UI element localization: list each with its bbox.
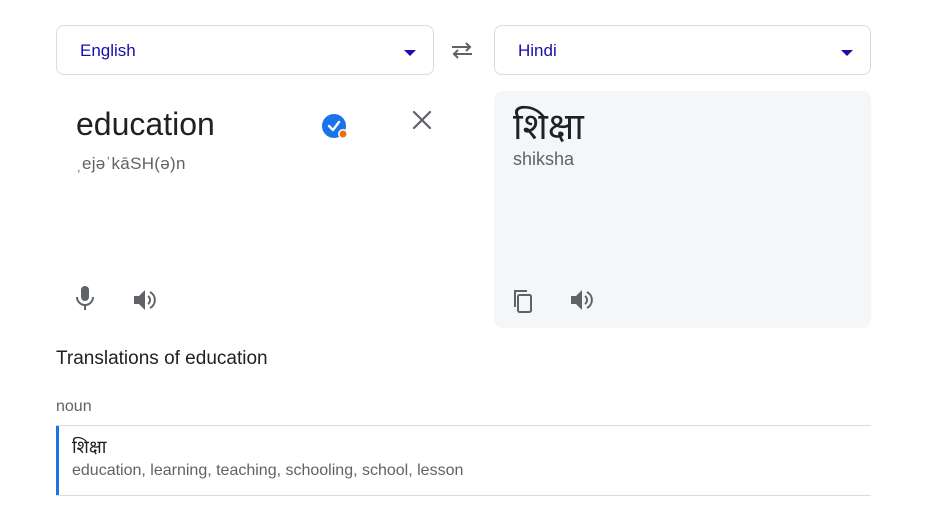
divider <box>56 495 871 496</box>
translation-entry[interactable]: शिक्षा education, learning, teaching, sc… <box>56 426 871 495</box>
swap-icon[interactable] <box>448 38 476 62</box>
part-of-speech: noun <box>56 398 92 415</box>
translation-synonyms: education, learning, teaching, schooling… <box>72 462 464 479</box>
translations-title: Translations of education <box>56 348 268 369</box>
target-language-select[interactable]: Hindi <box>494 25 871 75</box>
close-icon[interactable] <box>410 108 434 132</box>
copy-icon[interactable] <box>510 288 536 314</box>
verified-icon <box>321 113 349 141</box>
microphone-icon[interactable] <box>72 285 98 311</box>
chevron-down-icon <box>404 50 416 56</box>
source-language-label: English <box>80 41 136 60</box>
target-text: शिक्षा <box>513 105 584 148</box>
chevron-down-icon <box>841 50 853 56</box>
source-language-select[interactable]: English <box>56 25 434 75</box>
target-transliteration: shiksha <box>513 149 575 169</box>
target-panel: शिक्षा shiksha <box>494 91 871 328</box>
target-language-label: Hindi <box>518 41 557 60</box>
speaker-icon[interactable] <box>568 287 596 313</box>
source-text[interactable]: education <box>76 106 215 143</box>
speaker-icon[interactable] <box>131 287 159 313</box>
source-phonetic: ˌejəˈkāSH(ə)n <box>76 154 186 173</box>
translation-word: शिक्षा <box>72 437 107 458</box>
